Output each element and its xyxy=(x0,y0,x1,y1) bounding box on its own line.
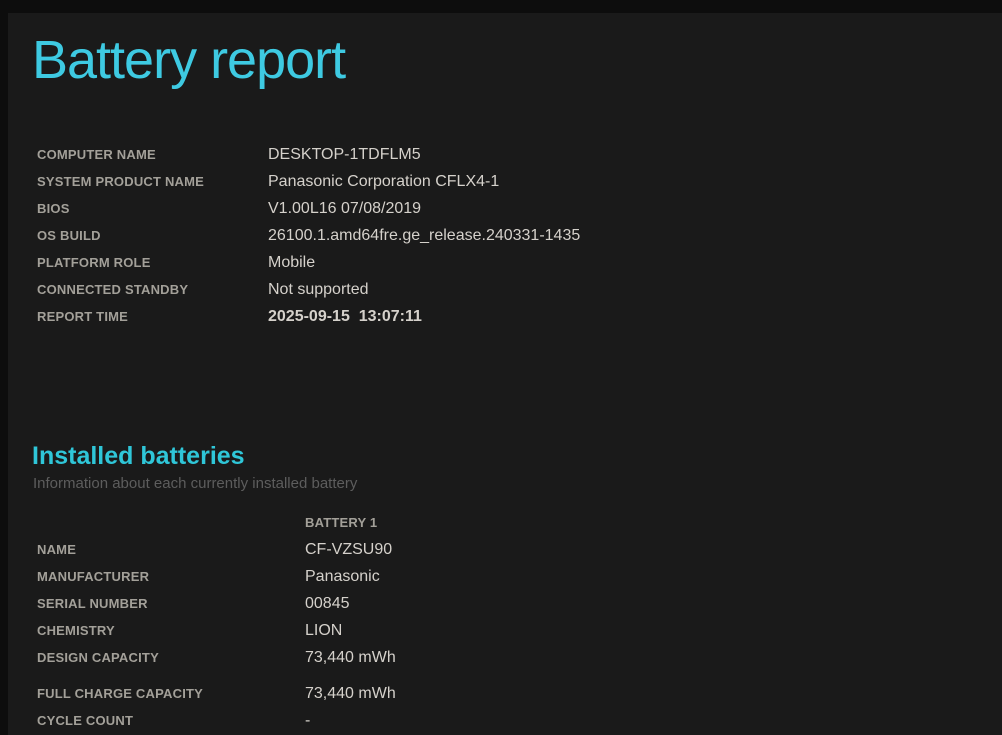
battery-value: LION xyxy=(305,617,342,644)
battery-label: SERIAL NUMBER xyxy=(37,590,305,617)
info-label: OS BUILD xyxy=(37,222,268,249)
info-label: PLATFORM ROLE xyxy=(37,249,268,276)
table-row: DESIGN CAPACITY 73,440 mWh xyxy=(37,644,396,671)
table-row: MANUFACTURER Panasonic xyxy=(37,563,396,590)
installed-batteries-heading: Installed batteries xyxy=(32,441,245,471)
battery-value: Panasonic xyxy=(305,563,380,590)
info-value: Panasonic Corporation CFLX4-1 xyxy=(268,168,499,195)
table-row: BIOS V1.00L16 07/08/2019 xyxy=(37,195,580,222)
battery-value: - xyxy=(305,707,310,734)
battery-label: NAME xyxy=(37,536,305,563)
battery-report-page: Battery report COMPUTER NAME DESKTOP-1TD… xyxy=(8,13,1002,735)
info-label: COMPUTER NAME xyxy=(37,141,268,168)
info-label: SYSTEM PRODUCT NAME xyxy=(37,168,268,195)
table-row: CONNECTED STANDBY Not supported xyxy=(37,276,580,303)
table-row: SERIAL NUMBER 00845 xyxy=(37,590,396,617)
info-value: DESKTOP-1TDFLM5 xyxy=(268,141,421,168)
installed-batteries-subtitle: Information about each currently install… xyxy=(33,474,357,494)
table-row: SYSTEM PRODUCT NAME Panasonic Corporatio… xyxy=(37,168,580,195)
table-row: NAME CF-VZSU90 xyxy=(37,536,396,563)
battery-label: CHEMISTRY xyxy=(37,617,305,644)
info-label: CONNECTED STANDBY xyxy=(37,276,268,303)
info-label: REPORT TIME xyxy=(37,303,268,330)
table-row: CHEMISTRY LION xyxy=(37,617,396,644)
info-value: Mobile xyxy=(268,249,315,276)
info-value: Not supported xyxy=(268,276,369,303)
info-label: BIOS xyxy=(37,195,268,222)
table-row: REPORT TIME 2025-09-15 13:07:11 xyxy=(37,303,580,330)
info-value: V1.00L16 07/08/2019 xyxy=(268,195,421,222)
info-value: 26100.1.amd64fre.ge_release.240331-1435 xyxy=(268,222,580,249)
battery-value: 73,440 mWh xyxy=(305,680,396,707)
battery-label: MANUFACTURER xyxy=(37,563,305,590)
system-info-table: COMPUTER NAME DESKTOP-1TDFLM5 SYSTEM PRO… xyxy=(37,141,580,330)
report-time-value: 2025-09-15 13:07:11 xyxy=(268,303,422,330)
table-row: PLATFORM ROLE Mobile xyxy=(37,249,580,276)
table-row: OS BUILD 26100.1.amd64fre.ge_release.240… xyxy=(37,222,580,249)
battery-value: 00845 xyxy=(305,590,350,617)
battery-info-table: BATTERY 1 NAME CF-VZSU90 MANUFACTURER Pa… xyxy=(37,509,396,734)
page-title: Battery report xyxy=(32,29,345,91)
battery-label: FULL CHARGE CAPACITY xyxy=(37,680,305,707)
table-row: COMPUTER NAME DESKTOP-1TDFLM5 xyxy=(37,141,580,168)
battery-value: CF-VZSU90 xyxy=(305,536,392,563)
battery-value: 73,440 mWh xyxy=(305,644,396,671)
battery-column-header: BATTERY 1 xyxy=(37,509,396,536)
table-row: CYCLE COUNT - xyxy=(37,707,396,734)
battery-label: DESIGN CAPACITY xyxy=(37,644,305,671)
battery-label: CYCLE COUNT xyxy=(37,707,305,734)
table-row: FULL CHARGE CAPACITY 73,440 mWh xyxy=(37,680,396,707)
